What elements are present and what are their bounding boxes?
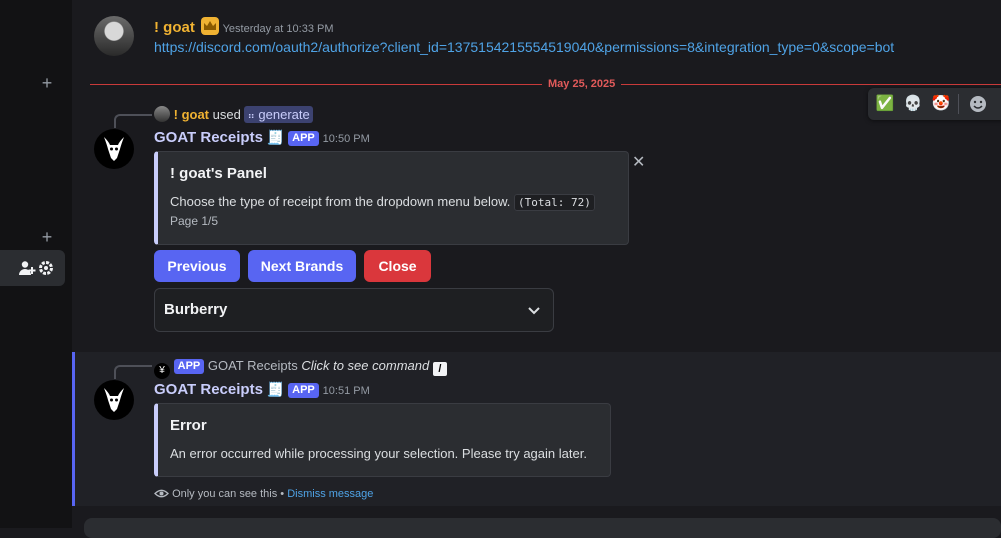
embed-description: Choose the type of receipt from the drop… [170, 194, 511, 209]
sidebar: + + [0, 0, 72, 528]
receipt-icon: 🧾 [266, 381, 285, 397]
reply-app-badge: APP [173, 359, 205, 374]
embed-title: Error [170, 417, 207, 434]
reply-used-text: used [212, 107, 241, 122]
reply-connector [114, 365, 152, 379]
close-button[interactable]: Close [364, 250, 431, 282]
app-badge: APP [288, 131, 319, 146]
reply-avatar [154, 106, 170, 122]
oauth-link[interactable]: https://discord.com/oauth2/authorize?cli… [154, 39, 894, 55]
message-header: GOAT Receipts 🧾 APP 10:51 PM [154, 381, 370, 398]
sidebar-active-item[interactable] [0, 250, 65, 286]
reply-command-text[interactable]: Click to see command [301, 358, 429, 373]
reaction-check[interactable]: ✅ [874, 93, 896, 115]
message-timestamp: 10:50 PM [322, 133, 370, 145]
error-embed: Error An error occurred while processing… [154, 403, 611, 477]
ephemeral-separator: • [277, 488, 288, 500]
panel-embed: ! goat's Panel Choose the type of receip… [154, 151, 629, 245]
app-badge: APP [288, 383, 319, 398]
ephemeral-note: Only you can see this [172, 488, 278, 500]
author-name[interactable]: GOAT Receipts [154, 381, 263, 398]
crown-icon [200, 17, 219, 38]
receipt-icon: 🧾 [266, 129, 285, 145]
add-reaction-icon[interactable] [968, 94, 988, 117]
goat-logo-icon [99, 133, 129, 166]
date-label: May 25, 2025 [542, 78, 622, 90]
command-name: generate [258, 107, 310, 122]
user-avatar[interactable] [94, 16, 134, 56]
message-timestamp: 10:51 PM [322, 385, 370, 397]
embed-footer: Page 1/5 [170, 214, 219, 228]
goat-logo-icon [99, 384, 129, 417]
gear-icon[interactable] [38, 260, 54, 279]
bot-avatar[interactable] [94, 129, 134, 169]
previous-button[interactable]: Previous [154, 250, 240, 282]
toolbar-divider [958, 94, 959, 114]
reply-reference[interactable]: ! goat used ⠶ generate [154, 106, 313, 123]
chevron-down-icon [527, 303, 541, 320]
next-brands-button[interactable]: Next Brands [248, 250, 356, 282]
message-header: ! goat Yesterday at 10:33 PM [154, 17, 334, 38]
reaction-toolbar: ✅ 💀 🤡 [868, 88, 1001, 120]
slash-command-pill[interactable]: ⠶ generate [244, 106, 313, 123]
add-server-plus-icon[interactable]: + [38, 74, 56, 92]
reply-app-name[interactable]: GOAT Receipts [208, 358, 298, 373]
command-grid-icon: ⠶ [247, 111, 255, 122]
dismiss-message-link[interactable]: Dismiss message [287, 488, 373, 500]
embed-title: ! goat's Panel [170, 165, 267, 182]
add-member-icon[interactable] [18, 260, 36, 279]
reply-goat-icon: ¥ [154, 363, 170, 379]
select-value: Burberry [164, 301, 228, 318]
author-name[interactable]: GOAT Receipts [154, 129, 263, 146]
slash-command-icon: / [432, 362, 447, 376]
message-timestamp: Yesterday at 10:33 PM [222, 23, 334, 35]
reply-user[interactable]: ! goat [174, 107, 209, 122]
reaction-clown[interactable]: 🤡 [930, 93, 952, 115]
reply-connector [114, 114, 152, 128]
bot-avatar[interactable] [94, 380, 134, 420]
ephemeral-footer: Only you can see this • Dismiss message [154, 487, 373, 503]
chat-area: ! goat Yesterday at 10:33 PM https://dis… [72, 0, 1001, 538]
embed-description: An error occurred while processing your … [170, 446, 587, 461]
message-header: GOAT Receipts 🧾 APP 10:50 PM [154, 129, 370, 146]
embed-description-row: Choose the type of receipt from the drop… [170, 194, 595, 211]
reply-reference[interactable]: ¥ APP GOAT Receipts Click to see command… [154, 358, 447, 379]
eye-icon [154, 487, 169, 503]
add-channel-plus-icon[interactable]: + [38, 228, 56, 246]
total-code: (Total: 72) [514, 194, 595, 211]
author-name[interactable]: ! goat [154, 19, 195, 36]
close-icon[interactable]: ✕ [632, 152, 645, 172]
reaction-skull[interactable]: 💀 [902, 93, 924, 115]
message-input[interactable] [84, 518, 1001, 538]
ephemeral-message: ¥ APP GOAT Receipts Click to see command… [72, 352, 1001, 506]
brand-select[interactable]: Burberry [154, 288, 554, 332]
